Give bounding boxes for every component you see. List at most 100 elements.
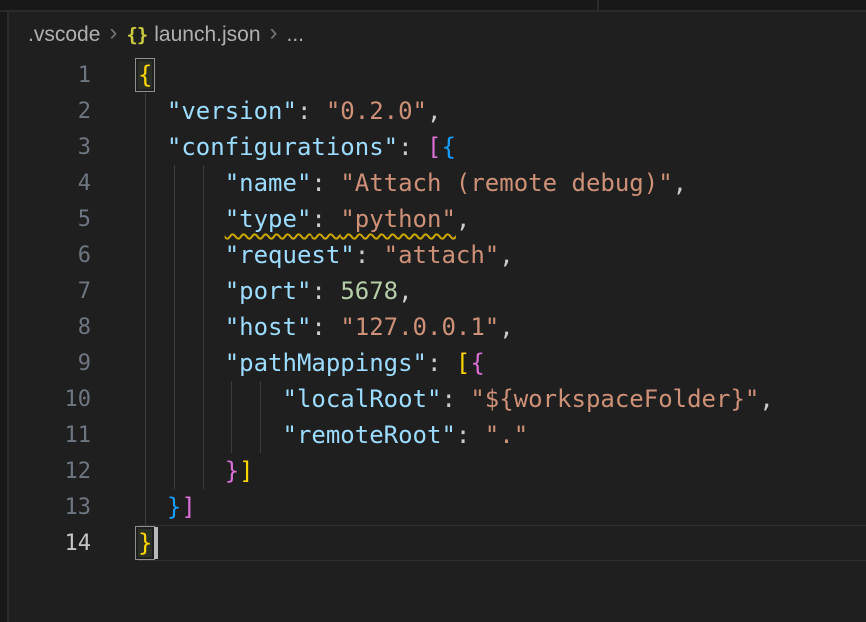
line-number[interactable]: 14: [9, 531, 138, 556]
code-line[interactable]: 13 }]: [9, 489, 866, 525]
code-line[interactable]: 11 "remoteRoot": ".": [9, 417, 866, 453]
cursor: [154, 527, 158, 559]
line-number[interactable]: 7: [9, 279, 138, 304]
code-token: [: [427, 133, 441, 161]
breadcrumb-file[interactable]: launch.json: [154, 23, 260, 47]
code-token: "remoteRoot": [283, 421, 456, 449]
code-token: ]: [239, 457, 253, 485]
code-token: "localRoot": [283, 385, 442, 413]
code-line-content[interactable]: }]: [138, 493, 196, 521]
line-number[interactable]: 8: [9, 315, 138, 340]
line-number[interactable]: 12: [9, 459, 138, 484]
code-token: :: [441, 385, 470, 413]
code-token: :: [311, 277, 340, 305]
code-line[interactable]: 2 "version": "0.2.0",: [9, 93, 866, 129]
code-line[interactable]: 3 "configurations": [{: [9, 129, 866, 165]
code-token: :: [311, 169, 340, 197]
code-line-content[interactable]: }]: [138, 457, 254, 485]
code-line-content[interactable]: "host": "127.0.0.1",: [138, 313, 514, 341]
code-line-content[interactable]: "remoteRoot": ".": [138, 421, 528, 449]
line-number[interactable]: 9: [9, 351, 138, 376]
code-line[interactable]: 14}: [9, 525, 866, 561]
code-line-content[interactable]: "pathMappings": [{: [138, 349, 485, 377]
code-line-content[interactable]: "port": 5678,: [138, 277, 413, 305]
chevron-right-icon: ›: [270, 22, 278, 43]
json-file-icon: {}: [126, 24, 147, 46]
code-line[interactable]: 12 }]: [9, 453, 866, 489]
code-token: :: [427, 349, 456, 377]
code-token: {: [441, 133, 455, 161]
line-number[interactable]: 1: [9, 63, 138, 88]
code-token: :: [398, 133, 427, 161]
line-number[interactable]: 3: [9, 135, 138, 160]
breadcrumb-folder[interactable]: .vscode: [28, 23, 100, 47]
code-token: "pathMappings": [225, 349, 427, 377]
code-line[interactable]: 4 "name": "Attach (remote debug)",: [9, 165, 866, 201]
code-line[interactable]: 6 "request": "attach",: [9, 237, 866, 273]
code-token: "configurations": [167, 133, 398, 161]
current-line-highlight: [138, 525, 866, 561]
code-token: "127.0.0.1": [340, 313, 499, 341]
code-token: ,: [398, 277, 412, 305]
code-token: "version": [167, 97, 297, 125]
tab-bar-edge: [0, 0, 866, 12]
line-number[interactable]: 13: [9, 495, 138, 520]
code-line-content[interactable]: "localRoot": "${workspaceFolder}",: [138, 385, 774, 413]
line-number[interactable]: 4: [9, 171, 138, 196]
breadcrumb-symbols-ellipsis[interactable]: ...: [287, 23, 305, 47]
code-line-content[interactable]: "configurations": [{: [138, 133, 456, 161]
code-token: "port": [225, 277, 312, 305]
line-number[interactable]: 6: [9, 243, 138, 268]
line-number[interactable]: 10: [9, 387, 138, 412]
code-token: }: [225, 457, 239, 485]
code-token: ,: [456, 205, 470, 233]
chevron-right-icon: ›: [109, 22, 117, 43]
line-number[interactable]: 2: [9, 99, 138, 124]
code-line-content[interactable]: {: [138, 61, 152, 89]
line-number[interactable]: 11: [9, 423, 138, 448]
code-token: {: [470, 349, 484, 377]
code-token: "host": [225, 313, 312, 341]
code-token: 5678: [340, 277, 398, 305]
code-token: :: [456, 421, 485, 449]
code-line-content[interactable]: "request": "attach",: [138, 241, 514, 269]
code-token: ,: [427, 97, 441, 125]
code-line-content[interactable]: "name": "Attach (remote debug)",: [138, 169, 687, 197]
code-token: "request": [225, 241, 355, 269]
code-token: "python": [340, 205, 456, 233]
editor-pane: .vscode › {} launch.json › ... 1{2 "vers…: [9, 12, 866, 622]
breadcrumbs: .vscode › {} launch.json › ...: [9, 12, 866, 57]
code-token: ,: [673, 169, 687, 197]
code-token: {: [138, 61, 152, 89]
code-token: "attach": [384, 241, 500, 269]
code-line-content[interactable]: }: [138, 529, 152, 557]
sidebar-edge: [0, 0, 9, 622]
code-line[interactable]: 10 "localRoot": "${workspaceFolder}",: [9, 381, 866, 417]
code-token: "${workspaceFolder}": [470, 385, 759, 413]
code-lines: 1{2 "version": "0.2.0",3 "configurations…: [9, 57, 866, 561]
code-token: "type": [225, 205, 312, 233]
code-line-content[interactable]: "type": "python",: [138, 205, 470, 233]
code-token: :: [355, 241, 384, 269]
line-number[interactable]: 5: [9, 207, 138, 232]
code-token: "name": [225, 169, 312, 197]
code-token: "Attach (remote debug)": [340, 169, 672, 197]
code-token: }: [138, 529, 152, 557]
code-token: :: [311, 205, 340, 233]
code-token: ,: [759, 385, 773, 413]
code-token: }: [167, 493, 181, 521]
code-token: :: [311, 313, 340, 341]
code-line[interactable]: 1{: [9, 57, 866, 93]
code-line[interactable]: 5 "type": "python",: [9, 201, 866, 237]
code-token: ]: [181, 493, 195, 521]
code-line[interactable]: 9 "pathMappings": [{: [9, 345, 866, 381]
code-line-content[interactable]: "version": "0.2.0",: [138, 97, 441, 125]
code-line[interactable]: 8 "host": "127.0.0.1",: [9, 309, 866, 345]
code-token: [: [456, 349, 470, 377]
code-token: "0.2.0": [326, 97, 427, 125]
code-token: ,: [499, 241, 513, 269]
code-token: ".": [485, 421, 528, 449]
code-token: ,: [499, 313, 513, 341]
tab-divider: [597, 0, 599, 10]
code-line[interactable]: 7 "port": 5678,: [9, 273, 866, 309]
